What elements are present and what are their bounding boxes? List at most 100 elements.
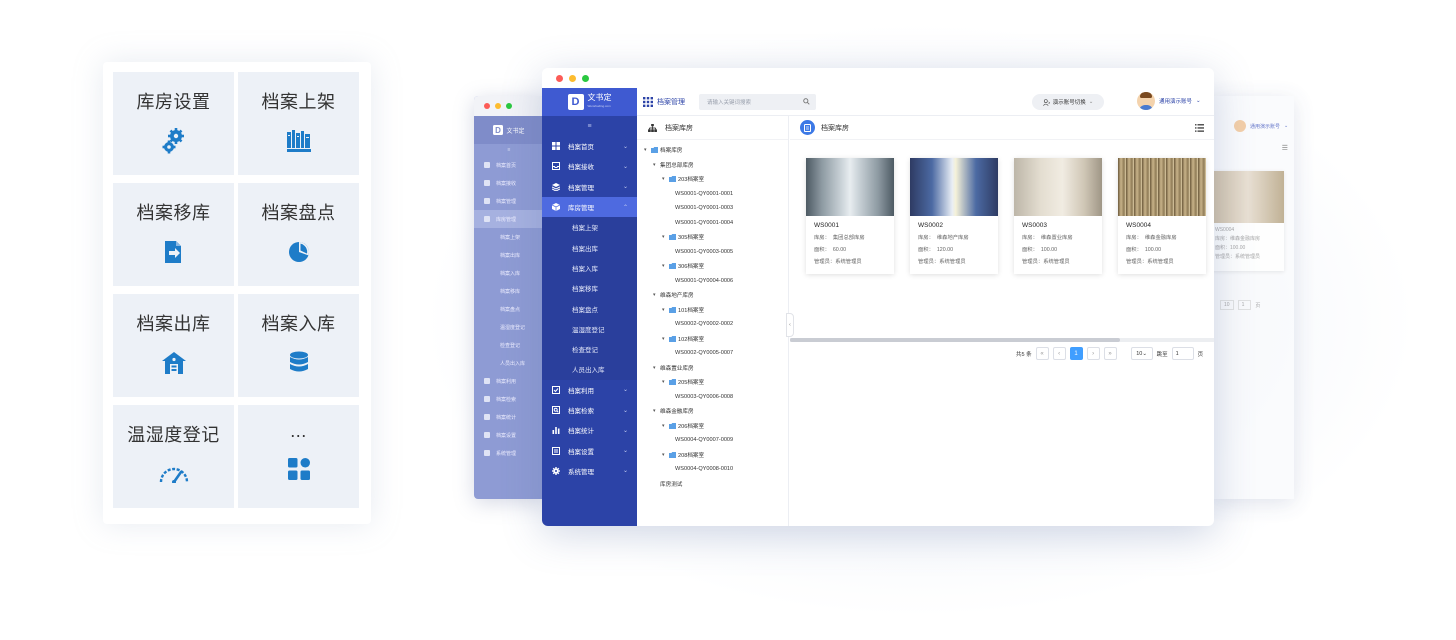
caret-down-icon[interactable]: ▾ <box>662 423 669 429</box>
caret-down-icon[interactable]: ▾ <box>644 147 651 153</box>
card-code: WS0003 <box>1022 222 1047 229</box>
card-room-value: 维森金融库房 <box>1144 235 1177 241</box>
tree-node[interactable]: ▾ 305档案室 <box>637 230 788 245</box>
warehouse-card[interactable]: WS0004 库房： 维森金融库房 面积： 100.00 管理员：系统管理员 <box>1118 158 1206 274</box>
card-room: 库房： 维森置业库房 <box>1014 231 1102 243</box>
tree-node-label: WS0001-QY0003-0005 <box>675 248 734 255</box>
tree-leaf[interactable]: WS0004-QY0007-0009 <box>637 433 788 448</box>
cube-icon <box>552 203 560 212</box>
sidebar-item[interactable]: 档案管理 ⌄ <box>542 177 637 197</box>
sidebar-subitem[interactable]: 档案盘点 <box>542 298 637 319</box>
sidebar-item[interactable]: 档案首页 ⌄ <box>542 136 637 156</box>
pager-page-button[interactable]: 1 <box>1069 347 1083 360</box>
tree-node[interactable]: ▾ 306档案室 <box>637 259 788 274</box>
sidebar-collapse-icon[interactable]: ≡ <box>542 116 637 136</box>
feature-panel: 库房设置 档案上架 档案移库 档案盘点 档案出库 档案入库 温湿度登记 ... <box>103 62 371 524</box>
tree-leaf[interactable]: WS0004-QY0008-0010 <box>637 462 788 477</box>
pager-next-button[interactable]: › <box>1086 347 1100 360</box>
sidebar-item[interactable]: 档案接收 ⌄ <box>542 156 637 176</box>
sidebar-item[interactable]: 库房管理 ⌃ <box>542 196 637 218</box>
feature-tile[interactable]: 库房设置 <box>113 72 234 175</box>
feature-tile[interactable]: ... <box>238 405 359 508</box>
pager-prev-button[interactable]: ‹ <box>1052 347 1066 360</box>
feature-tile[interactable]: 档案移库 <box>113 183 234 286</box>
caret-down-icon[interactable]: ▾ <box>653 365 660 371</box>
tree-node[interactable]: ▾ 101档案室 <box>637 303 788 318</box>
tree-leaf[interactable]: WS0001-QY0001-0001 <box>637 187 788 202</box>
tree-node[interactable]: ▾ 205档案室 <box>637 375 788 390</box>
bg-left-nav-label: 系统管理 <box>496 450 517 457</box>
tree-leaf[interactable]: WS0001-QY0001-0004 <box>637 216 788 231</box>
sidebar-item-label: 档案利用 <box>568 387 594 395</box>
chevron-down-icon: ⌄ <box>622 448 628 455</box>
feature-tile[interactable]: 温湿度登记 <box>113 405 234 508</box>
account-switch-button[interactable]: 演示账号切换 ⌄ <box>1032 94 1104 110</box>
sidebar-item[interactable]: 档案检索 ⌄ <box>542 400 637 420</box>
sidebar-item[interactable]: 档案利用 ⌄ <box>542 380 637 400</box>
page-size-select[interactable]: 10 ⌄ <box>1130 347 1153 360</box>
tree-node[interactable]: ▾ 集团总部库房 <box>637 158 788 173</box>
tree-node[interactable]: 库房测试 <box>637 477 788 492</box>
app-logo[interactable]: D 文书定 Wenshuding.com <box>542 88 637 116</box>
tree-leaf[interactable]: WS0001-QY0001-0003 <box>637 201 788 216</box>
sidebar-subitem[interactable]: 温湿度登记 <box>542 318 637 339</box>
pager-last-button[interactable]: » <box>1103 347 1117 360</box>
bg-left-nav-item: 档案移库 <box>474 282 544 300</box>
tree-node[interactable]: ▾ 维森置业库房 <box>637 361 788 376</box>
caret-down-icon[interactable]: ▾ <box>653 292 660 298</box>
caret-down-icon[interactable]: ▾ <box>662 336 669 342</box>
sidebar-subitem[interactable]: 人员出入库 <box>542 359 637 380</box>
tree-node[interactable]: ▾ 206档案室 <box>637 419 788 434</box>
tree-node[interactable]: ▾ 208档案室 <box>637 448 788 463</box>
sidebar-subitem[interactable]: 检查登记 <box>542 338 637 360</box>
feature-tile[interactable]: 档案盘点 <box>238 183 359 286</box>
caret-down-icon[interactable]: ▾ <box>662 379 669 385</box>
tree-leaf[interactable]: WS0001-QY0003-0005 <box>637 245 788 260</box>
search-icon[interactable] <box>803 97 810 105</box>
feature-tile[interactable]: 档案出库 <box>113 294 234 397</box>
sidebar-subitem[interactable]: 档案移库 <box>542 278 637 299</box>
warehouse-icon <box>159 348 189 378</box>
module-title[interactable]: 档案管理 <box>657 97 685 107</box>
nav-item-icon <box>484 396 490 402</box>
list-view-icon[interactable] <box>1195 124 1204 132</box>
feature-tile[interactable]: 档案上架 <box>238 72 359 175</box>
tree-leaf[interactable]: WS0001-QY0004-0006 <box>637 274 788 289</box>
window-maximize-button[interactable] <box>582 74 589 82</box>
window-close-button[interactable] <box>556 74 563 82</box>
tree-node[interactable]: ▾ 维森地产库房 <box>637 288 788 303</box>
sidebar-item[interactable]: 档案设置 ⌄ <box>542 440 637 460</box>
warehouse-card[interactable]: WS0002 库房： 维森地产库房 面积： 120.00 管理员：系统管理员 <box>910 158 998 274</box>
tree-leaf[interactable]: WS0002-QY0002-0002 <box>637 317 788 332</box>
sidebar-item[interactable]: 档案统计 ⌄ <box>542 420 637 440</box>
sidebar-subitem[interactable]: 档案入库 <box>542 257 637 279</box>
caret-down-icon[interactable]: ▾ <box>653 162 660 168</box>
feature-tile[interactable]: 档案入库 <box>238 294 359 397</box>
caret-down-icon[interactable]: ▾ <box>662 263 669 269</box>
warehouse-card[interactable]: WS0003 库房： 维森置业库房 面积： 100.00 管理员：系统管理员 <box>1014 158 1102 274</box>
sidebar-item[interactable]: 系统管理 ⌄ <box>542 461 637 481</box>
caret-down-icon[interactable]: ▾ <box>662 176 669 182</box>
user-menu[interactable]: 通用演示账号 ⌄ <box>1137 92 1201 110</box>
tree-node[interactable]: ▾ 102档案室 <box>637 332 788 347</box>
caret-down-icon[interactable]: ▾ <box>653 408 660 414</box>
tree-leaf[interactable]: WS0002-QY0005-0007 <box>637 346 788 361</box>
caret-down-icon[interactable]: ▾ <box>662 307 669 313</box>
grid-apps-icon <box>284 454 314 484</box>
pager-first-button[interactable]: « <box>1035 347 1049 360</box>
tree-leaf[interactable]: WS0003-QY0006-0008 <box>637 390 788 405</box>
caret-down-icon[interactable]: ▾ <box>662 452 669 458</box>
tree-node[interactable]: ▾ 203档案室 <box>637 172 788 187</box>
tree-panel: 档案库房 ▾ 档案库房 ▾ 集团总部库房 ▾ 203档案室 WS0001-QY0001-00… <box>637 116 789 526</box>
warehouse-card[interactable]: WS0001 库房： 集团总部库房 面积： 60.00 管理员：系统管理员 <box>806 158 894 274</box>
caret-down-icon[interactable]: ▾ <box>662 234 669 240</box>
search-input[interactable]: 请输入关键词搜索 <box>699 93 816 110</box>
window-minimize-button[interactable] <box>569 74 576 82</box>
apps-grid-icon[interactable] <box>643 96 653 107</box>
sidebar-subitem[interactable]: 档案上架 <box>542 217 637 238</box>
horizontal-scrollbar[interactable] <box>790 338 1120 342</box>
tree-node[interactable]: ▾ 维森金融库房 <box>637 404 788 419</box>
tree-node[interactable]: ▾ 档案库房 <box>637 143 788 158</box>
page-jump-input[interactable]: 1 <box>1171 347 1194 360</box>
sidebar-subitem[interactable]: 档案出库 <box>542 237 637 258</box>
